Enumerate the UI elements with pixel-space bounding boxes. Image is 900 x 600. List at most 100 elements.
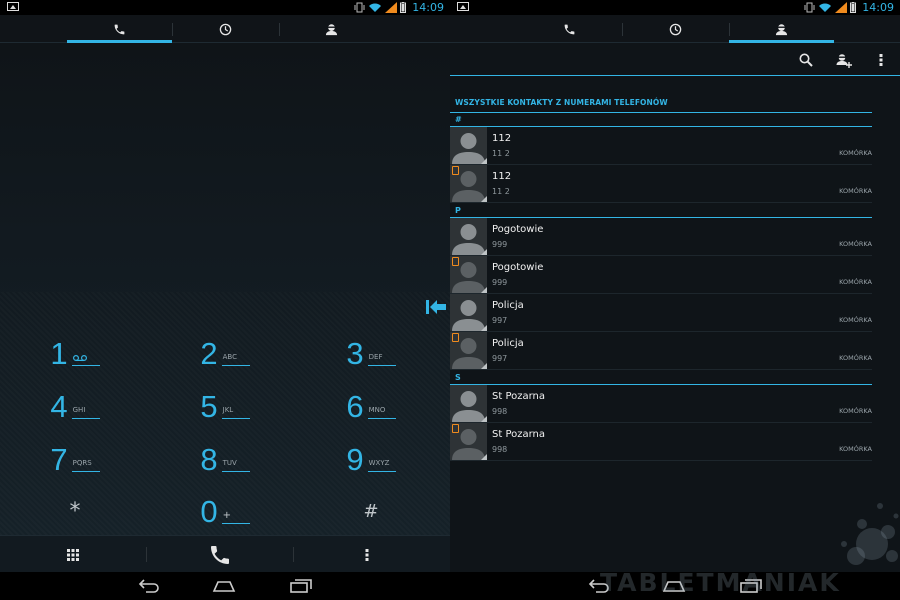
key-digit: 8 <box>200 441 218 477</box>
battery-icon <box>400 2 407 13</box>
contact-name: 112 <box>492 133 512 144</box>
key-digit: 0 <box>200 493 218 529</box>
contact-item[interactable]: Policja 997 KOMÓRKA <box>450 332 872 370</box>
section-letter: S <box>455 373 461 382</box>
dialpad-key-0[interactable]: 0 + <box>150 485 300 538</box>
dialpad-key-hash[interactable]: # <box>296 485 446 538</box>
overflow-menu-icon <box>365 548 369 561</box>
key-letters: MNO <box>367 405 396 419</box>
watermark-splash-icon <box>841 503 899 565</box>
contact-item[interactable]: 112 11 2 KOMÓRKA <box>450 165 872 203</box>
contact-number: 11 2 <box>492 149 510 158</box>
contact-number: 11 2 <box>492 187 510 196</box>
add-contact-button[interactable] <box>833 49 855 71</box>
avatar <box>450 423 487 460</box>
call-button[interactable] <box>147 536 293 573</box>
dialer-screen: 14:09 1 2 ABC 3 DEF 4 GHI 5 JKL 6 MNO 7 … <box>0 0 450 600</box>
key-letters: TUV <box>221 458 250 472</box>
contact-phone-type: KOMÓRKA <box>839 354 872 362</box>
add-person-icon <box>836 53 852 68</box>
key-letters: DEF <box>367 352 396 366</box>
avatar <box>450 127 487 164</box>
contact-item[interactable]: 112 11 2 KOMÓRKA <box>450 127 872 165</box>
avatar <box>450 385 487 422</box>
default-person-icon <box>450 294 487 331</box>
avatar <box>450 165 487 202</box>
dialer-overflow-menu-button[interactable] <box>294 536 440 573</box>
dialpad-key-4[interactable]: 4 GHI <box>0 380 150 433</box>
gallery-notification-icon <box>7 2 19 11</box>
dialpad-key-7[interactable]: 7 PQRS <box>0 433 150 486</box>
status-bar: 14:09 <box>450 0 900 15</box>
contact-number: 998 <box>492 407 508 416</box>
key-digit: 6 <box>346 388 364 424</box>
dialed-number-display[interactable] <box>0 44 450 289</box>
tab-phone[interactable] <box>67 15 172 43</box>
person-icon <box>325 23 338 35</box>
tab-phone[interactable] <box>517 15 622 43</box>
avatar <box>450 332 487 369</box>
signal-icon <box>385 2 398 13</box>
key-digit: 2 <box>200 335 218 371</box>
dialpad-toggle-button[interactable] <box>0 536 146 573</box>
header-divider <box>450 112 872 113</box>
contact-item[interactable]: Pogotowie 999 KOMÓRKA <box>450 256 872 294</box>
tab-recent[interactable] <box>172 15 279 43</box>
contact-number: 997 <box>492 316 508 325</box>
dual-pane-handle-icon[interactable] <box>425 299 447 315</box>
dialpad-key-1[interactable]: 1 <box>0 327 150 380</box>
key-digit: 4 <box>50 388 68 424</box>
contact-name: 112 <box>492 171 512 182</box>
dialpad-key-8[interactable]: 8 TUV <box>150 433 300 486</box>
vibrate-icon <box>804 2 815 13</box>
contact-phone-type: KOMÓRKA <box>839 316 872 324</box>
contact-phone-type: KOMÓRKA <box>839 445 872 453</box>
watermark-text: TABLETMANIAK <box>600 568 841 597</box>
default-person-icon <box>450 218 487 255</box>
dialer-action-bar <box>0 535 450 572</box>
phone-icon <box>114 24 125 34</box>
recent-apps-icon <box>290 579 312 593</box>
dialpad-key-3[interactable]: 3 DEF <box>296 327 446 380</box>
contact-phone-type: KOMÓRKA <box>839 187 872 195</box>
home-icon <box>212 581 236 592</box>
tab-recent[interactable] <box>622 15 729 43</box>
tab-contacts[interactable] <box>279 15 384 43</box>
dialpad-key-5[interactable]: 5 JKL <box>150 380 300 433</box>
contact-item[interactable]: St Pozarna 998 KOMÓRKA <box>450 423 872 461</box>
dialpad-key-star[interactable]: * <box>0 485 150 538</box>
contacts-list-header: WSZYSTKIE KONTAKTY Z NUMERAMI TELEFONÓW <box>455 98 668 107</box>
tab-contacts[interactable] <box>729 15 834 43</box>
contact-name: St Pozarna <box>492 429 546 440</box>
key-digit: 7 <box>50 441 68 477</box>
dialpad-key-2[interactable]: 2 ABC <box>150 327 300 380</box>
contact-name: Pogotowie <box>492 224 544 235</box>
avatar <box>450 294 487 331</box>
contact-number: 999 <box>492 278 508 287</box>
key-digit: 5 <box>200 388 218 424</box>
dialpad-key-9[interactable]: 9 WXYZ <box>296 433 446 486</box>
default-person-icon <box>450 127 487 164</box>
sim-card-icon <box>452 333 459 342</box>
signal-icon <box>835 2 848 13</box>
clock-icon <box>219 23 232 35</box>
sim-card-icon <box>452 424 459 433</box>
home-button[interactable] <box>203 576 245 596</box>
back-button[interactable] <box>128 576 170 596</box>
contacts-overflow-menu-button[interactable] <box>870 49 892 71</box>
sim-card-icon <box>452 257 459 266</box>
status-time: 14:09 <box>862 1 894 14</box>
gallery-notification-icon <box>457 2 469 11</box>
contact-item[interactable]: St Pozarna 998 KOMÓRKA <box>450 385 872 423</box>
tab-bar <box>450 15 900 43</box>
contact-phone-type: KOMÓRKA <box>839 407 872 415</box>
dialpad-key-6[interactable]: 6 MNO <box>296 380 446 433</box>
section-letter: # <box>455 115 462 124</box>
key-digit: 3 <box>346 335 364 371</box>
vibrate-icon <box>354 2 365 13</box>
contact-item[interactable]: Pogotowie 999 KOMÓRKA <box>450 218 872 256</box>
contact-item[interactable]: Policja 997 KOMÓRKA <box>450 294 872 332</box>
search-button[interactable] <box>795 49 817 71</box>
overflow-menu-icon <box>879 54 883 66</box>
recent-apps-button[interactable] <box>280 576 322 596</box>
